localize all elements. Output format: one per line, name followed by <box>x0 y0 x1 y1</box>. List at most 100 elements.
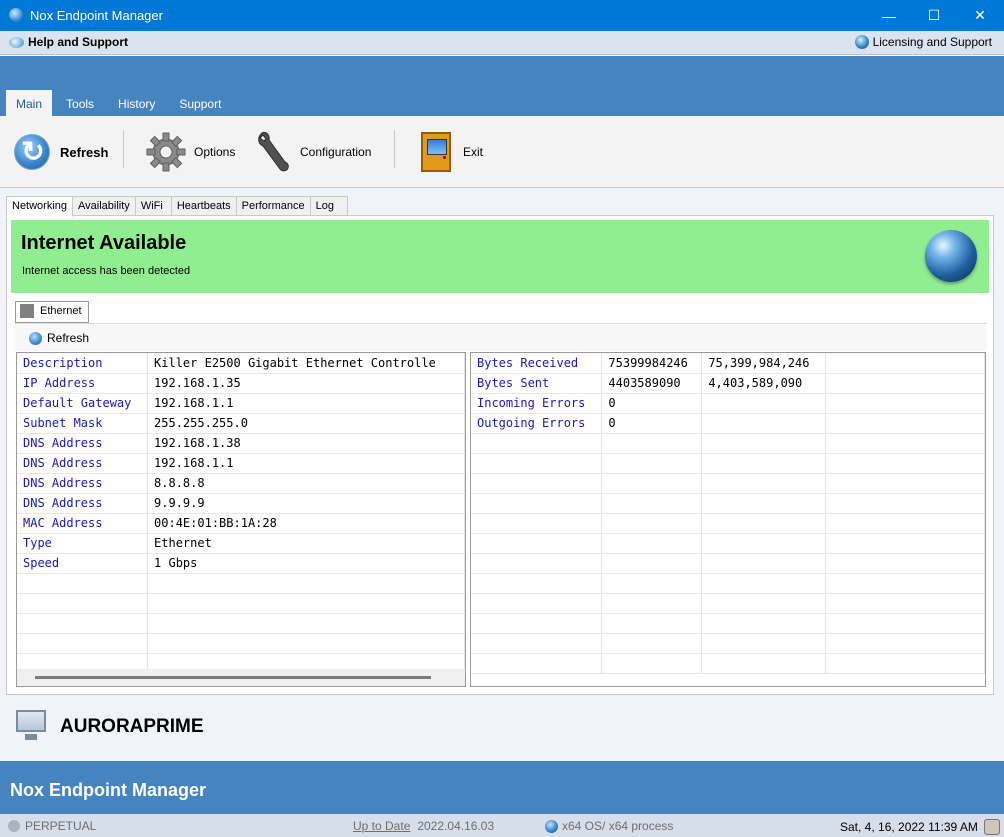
tab-tools[interactable]: Tools <box>56 90 104 116</box>
exit-button[interactable]: Exit <box>421 130 483 174</box>
table-row[interactable]: DNS Address 9.9.9.9 <box>17 493 465 514</box>
status-bar: PERPETUAL Up to Date 2022.04.16.03 x64 O… <box>0 814 1004 837</box>
adapter-refresh-label: Refresh <box>47 331 90 345</box>
configuration-button[interactable]: Configuration <box>256 130 371 174</box>
licensing-label: Licensing and Support <box>872 35 992 49</box>
version-label: 2022.04.16.03 <box>417 819 495 833</box>
table-row[interactable] <box>471 633 985 654</box>
door-icon <box>421 132 451 172</box>
field-value: 192.168.1.35 <box>147 373 465 394</box>
empty-cell <box>825 353 985 374</box>
table-row[interactable] <box>471 513 985 534</box>
field-name: Subnet Mask <box>17 413 149 434</box>
options-button[interactable]: Options <box>146 130 235 174</box>
adapter-tab-ethernet[interactable]: Ethernet <box>15 301 89 323</box>
empty-cell <box>17 573 149 594</box>
adapter-refresh-button[interactable]: Refresh <box>29 331 89 345</box>
table-row[interactable] <box>17 613 465 634</box>
empty-cell <box>701 493 827 514</box>
table-row[interactable]: Bytes Sent 4403589090 4,403,589,090 <box>471 373 985 394</box>
empty-cell <box>147 573 465 594</box>
user-avatar-icon[interactable] <box>983 819 1000 835</box>
table-row[interactable] <box>471 653 985 674</box>
refresh-icon <box>14 134 51 170</box>
traffic-stats-grid: Bytes Received 75399984246 75,399,984,246 B… <box>470 352 986 687</box>
tab-heartbeats[interactable]: Heartbeats <box>170 196 237 216</box>
empty-cell <box>17 613 149 634</box>
table-row[interactable]: DNS Address 8.8.8.8 <box>17 473 465 494</box>
field-value: 0 <box>601 393 703 414</box>
table-row[interactable]: Bytes Received 75399984246 75,399,984,246 <box>471 353 985 374</box>
field-value: 75,399,984,246 <box>701 353 827 374</box>
chat-bubble-icon <box>9 36 24 48</box>
tab-log[interactable]: Log <box>309 196 348 216</box>
table-row[interactable] <box>471 593 985 614</box>
table-row[interactable]: Type Ethernet <box>17 533 465 554</box>
empty-cell <box>825 413 985 434</box>
empty-cell <box>601 613 703 634</box>
scrollbar-thumb[interactable] <box>35 676 431 679</box>
help-label: Help and Support <box>28 35 128 49</box>
close-button[interactable]: ✕ <box>957 0 1003 31</box>
maximize-button[interactable]: ☐ <box>911 0 957 31</box>
table-row[interactable] <box>471 493 985 514</box>
empty-cell <box>701 613 827 634</box>
table-row[interactable] <box>471 553 985 574</box>
empty-cell <box>601 493 703 514</box>
info-icon <box>545 819 558 833</box>
footer-band: Nox Endpoint Manager <box>0 761 1004 814</box>
table-row[interactable]: DNS Address 192.168.1.1 <box>17 453 465 474</box>
field-name: Description <box>17 353 149 374</box>
table-row[interactable] <box>17 593 465 614</box>
empty-cell <box>471 493 603 514</box>
field-value: 192.168.1.1 <box>147 393 465 414</box>
empty-cell <box>701 653 827 674</box>
table-row[interactable]: Subnet Mask 255.255.255.0 <box>17 413 465 434</box>
table-row[interactable] <box>471 533 985 554</box>
table-row[interactable] <box>471 613 985 634</box>
globe-icon <box>925 230 977 282</box>
table-row[interactable] <box>17 573 465 594</box>
refresh-button[interactable]: Refresh <box>14 130 108 174</box>
tab-main[interactable]: Main <box>6 90 53 116</box>
update-status: Up to Date 2022.04.16.03 <box>353 819 494 833</box>
table-row[interactable]: Default Gateway 192.168.1.1 <box>17 393 465 414</box>
table-row[interactable]: DNS Address 192.168.1.38 <box>17 433 465 454</box>
empty-cell <box>701 533 827 554</box>
tab-support[interactable]: Support <box>169 90 231 116</box>
table-row[interactable] <box>471 473 985 494</box>
table-row[interactable]: Outgoing Errors 0 <box>471 413 985 434</box>
tab-history[interactable]: History <box>108 90 165 116</box>
empty-cell <box>147 633 465 654</box>
tab-performance[interactable]: Performance <box>235 196 311 216</box>
help-and-support-link[interactable]: Help and Support <box>9 35 128 49</box>
table-row[interactable]: IP Address 192.168.1.35 <box>17 373 465 394</box>
tab-networking[interactable]: Networking <box>6 196 74 217</box>
title-bar: Nox Endpoint Manager — ☐ ✕ <box>0 0 1004 31</box>
field-value: 1 Gbps <box>147 553 465 574</box>
tab-availability[interactable]: Availability <box>72 196 136 216</box>
empty-cell <box>601 473 703 494</box>
table-row[interactable]: MAC Address 00:4E:01:BB:1A:28 <box>17 513 465 534</box>
empty-cell <box>825 653 985 674</box>
table-row[interactable] <box>17 633 465 654</box>
globe-icon <box>854 35 869 49</box>
license-status: PERPETUAL <box>8 819 96 833</box>
licensing-and-support-link[interactable]: Licensing and Support <box>854 35 992 49</box>
up-to-date-link[interactable]: Up to Date <box>353 819 410 833</box>
table-row[interactable]: Description Killer E2500 Gigabit Ethernet… <box>17 353 465 374</box>
table-row[interactable] <box>471 453 985 474</box>
tab-wifi[interactable]: WiFi <box>134 196 172 216</box>
table-row[interactable]: Incoming Errors 0 <box>471 393 985 414</box>
table-row[interactable]: Speed 1 Gbps <box>17 553 465 574</box>
empty-cell <box>601 573 703 594</box>
field-name: DNS Address <box>17 453 149 474</box>
computer-icon <box>16 710 46 740</box>
horizontal-scrollbar[interactable] <box>17 669 465 686</box>
minimize-button[interactable]: — <box>866 0 912 31</box>
empty-cell <box>701 593 827 614</box>
empty-cell <box>147 613 465 634</box>
table-row[interactable] <box>471 573 985 594</box>
table-row[interactable] <box>471 433 985 454</box>
gear-icon <box>146 132 186 172</box>
